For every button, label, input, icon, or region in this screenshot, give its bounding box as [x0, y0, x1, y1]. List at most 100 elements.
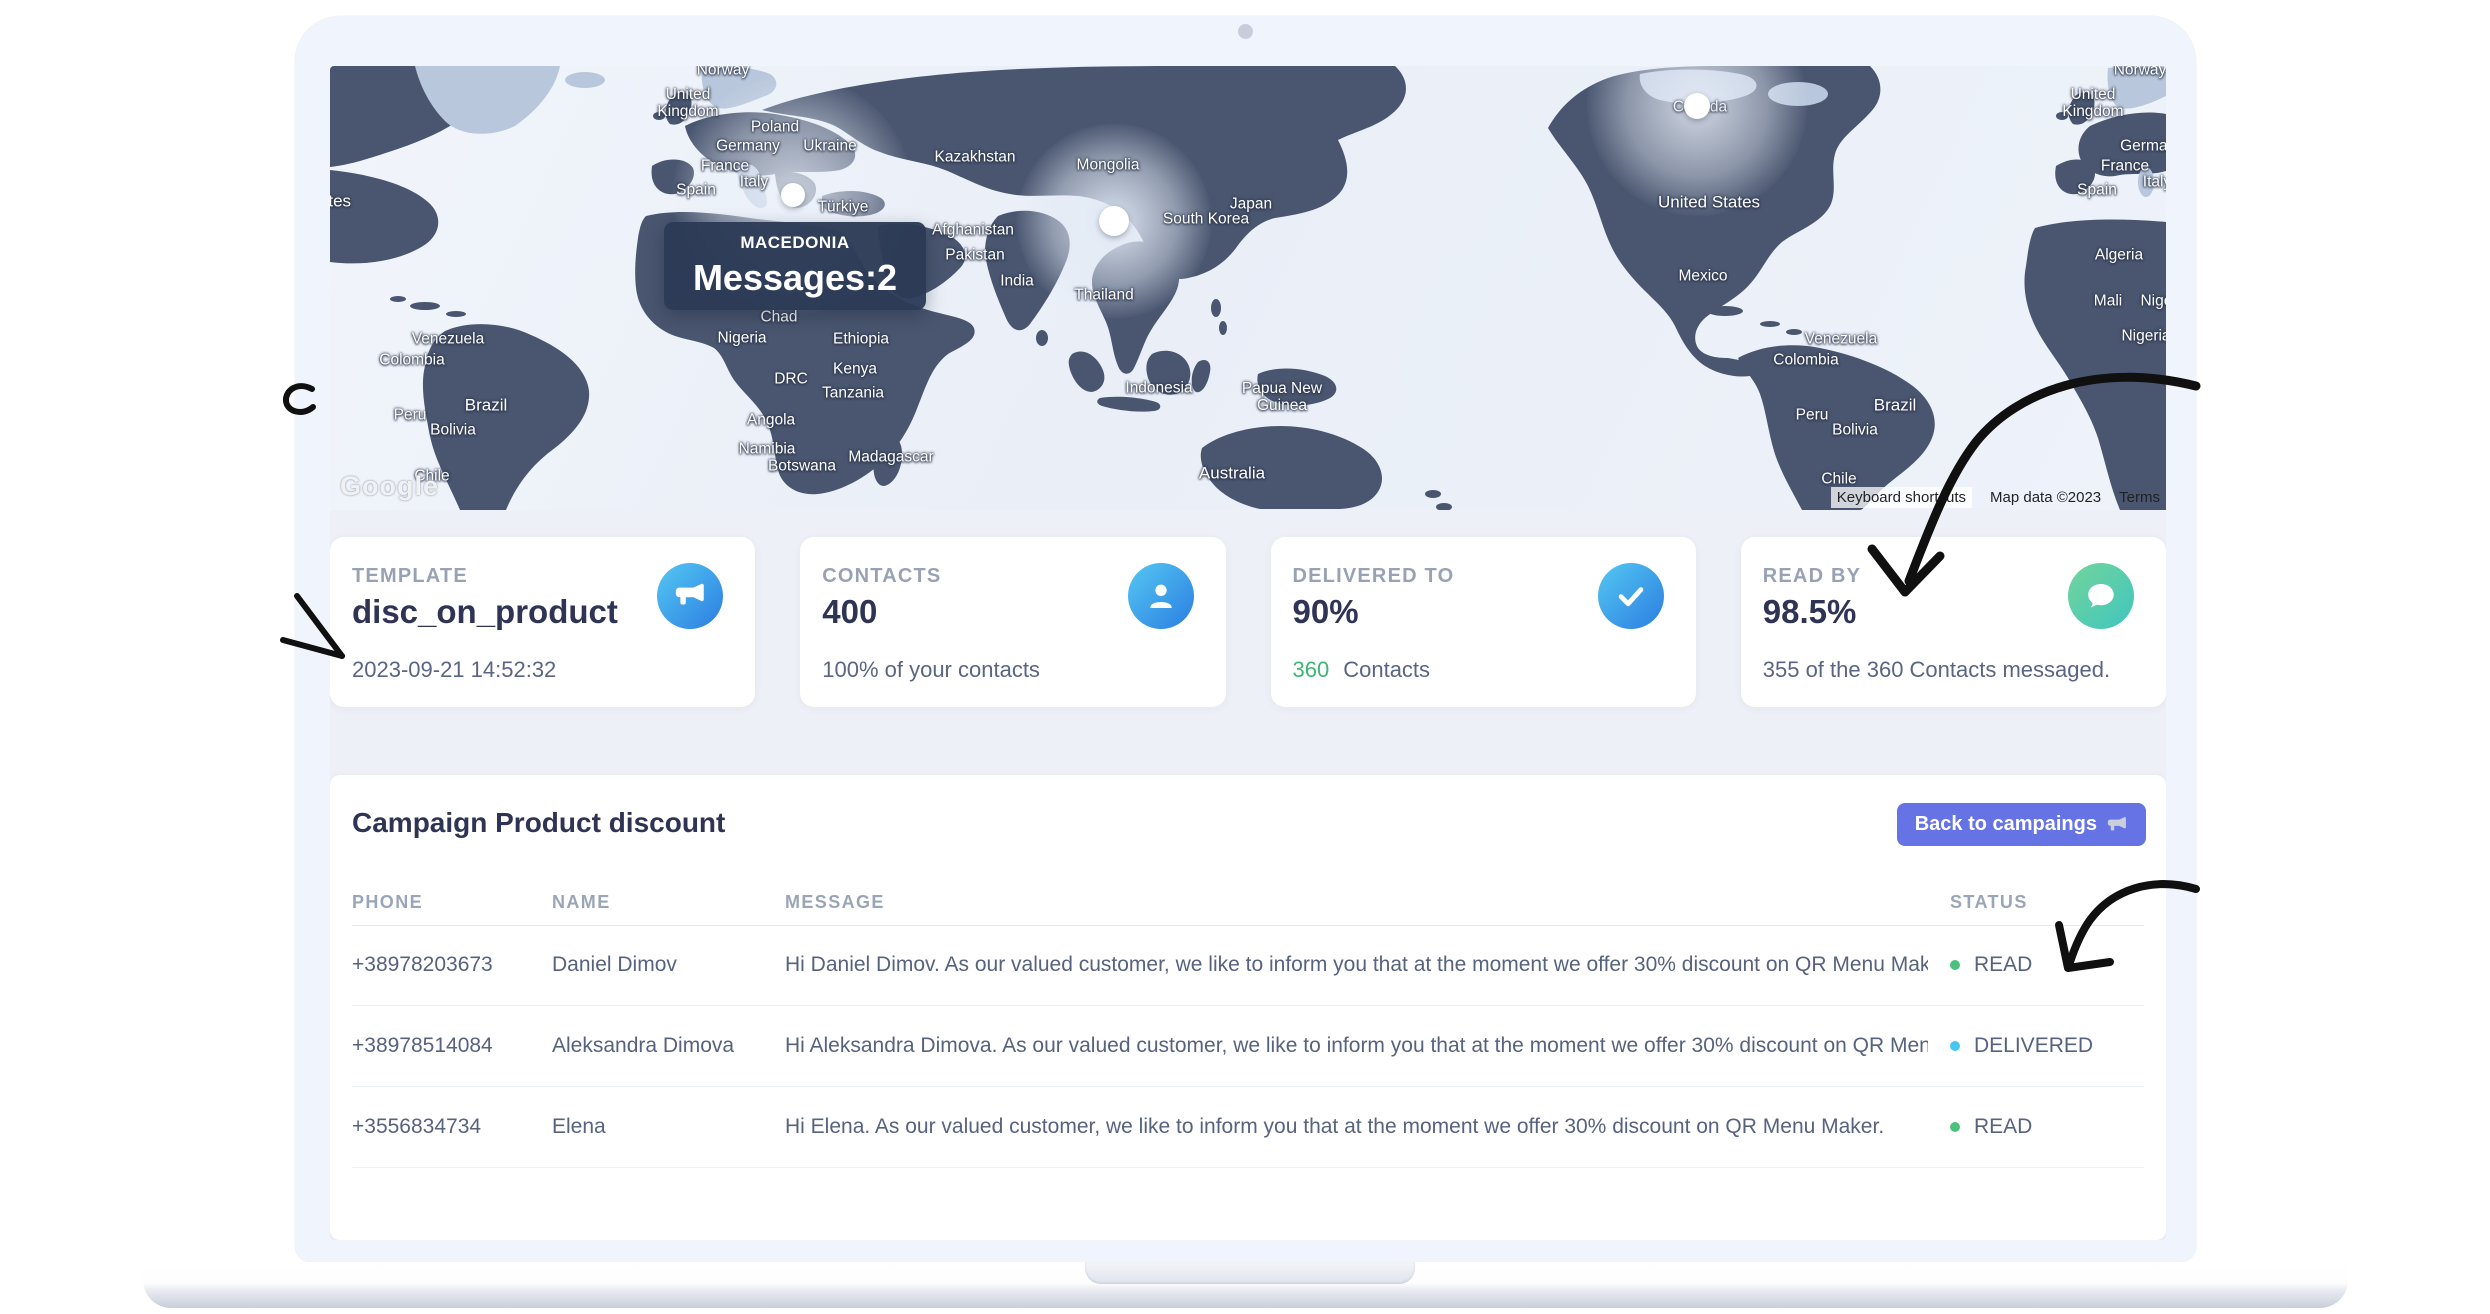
map-country-label: Pakistan [945, 246, 1004, 263]
map-country-label: Kenya [833, 360, 877, 377]
status-dot [1950, 1122, 1960, 1132]
stat-value: 400 [822, 593, 877, 631]
cell-phone: +38978203673 [352, 953, 552, 977]
stat-card-read: READ BY 98.5% 355 of the 360 Contacts me… [1741, 537, 2166, 707]
map-country-label: Brazil [465, 397, 508, 416]
map-country-label: Peru [1796, 406, 1829, 423]
terms-link[interactable]: Terms [2119, 489, 2160, 506]
map-country-label: France [701, 157, 749, 174]
megaphone-icon [657, 563, 723, 629]
delivered-count: 360 [1293, 657, 1330, 682]
map-country-label: Nigeria [717, 329, 766, 346]
stat-label: DELIVERED TO [1293, 565, 1455, 588]
page: NorwayUnited KingdomPolandGermanyUkraine… [0, 0, 2490, 1314]
stat-label: READ BY [1763, 565, 1861, 588]
map-marker[interactable] [781, 183, 805, 207]
map-country-label: Niger [2140, 292, 2166, 309]
map-country-label: United States [330, 193, 351, 212]
map-country-label: Botswana [768, 457, 836, 474]
cell-status: READ [1928, 953, 2144, 977]
column-header-name: NAME [552, 892, 785, 913]
map-country-label: Bolivia [430, 421, 476, 438]
back-to-campaigns-button[interactable]: Back to campaings [1897, 803, 2146, 846]
map-country-label: Chile [1821, 470, 1856, 487]
column-header-status: STATUS [1928, 892, 2144, 913]
map-country-label: Venezuela [1805, 330, 1877, 347]
tooltip-messages: Messages:2 [693, 257, 897, 299]
map-copyright: Map data ©2023 [1990, 489, 2101, 506]
tooltip-country: MACEDONIA [740, 233, 849, 253]
keyboard-shortcuts-link[interactable]: Keyboard shortcuts [1831, 487, 1972, 508]
campaign-card: Campaign Product discount Back to campai… [330, 775, 2166, 1240]
column-header-message: MESSAGE [785, 892, 1928, 913]
map-country-label: Madagascar [848, 448, 933, 465]
map-country-label: Thailand [1074, 286, 1133, 303]
map-country-label: Germany [2120, 137, 2166, 154]
laptop-notch [1085, 1262, 1415, 1284]
map-country-label: France [2101, 157, 2149, 174]
stat-card-delivered: DELIVERED TO 90% 360Contacts [1271, 537, 1696, 707]
cell-status: READ [1928, 1115, 2144, 1139]
stat-card-contacts: CONTACTS 400 100% of your contacts [800, 537, 1225, 707]
status-dot [1950, 960, 1960, 970]
map-tooltip: MACEDONIA Messages:2 [664, 222, 926, 310]
map-country-label: Venezuela [412, 330, 484, 347]
map-country-label: Chad [760, 308, 797, 325]
laptop-frame: NorwayUnited KingdomPolandGermanyUkraine… [295, 16, 2196, 1262]
map-country-label: South Korea [1163, 210, 1249, 227]
table-row: +38978514084 Aleksandra Dimova Hi Aleksa… [352, 1006, 2144, 1087]
map-country-label: Kazakhstan [935, 148, 1016, 165]
map-country-label: Algeria [2095, 246, 2143, 263]
map-country-label: Brazil [1874, 397, 1917, 416]
map-country-label: Tanzania [822, 384, 884, 401]
map-attribution: Keyboard shortcuts Map data ©2023 Terms [1831, 487, 2160, 508]
map-country-label: United States [1658, 194, 1760, 213]
map-marker[interactable] [1099, 206, 1129, 236]
cell-message: Hi Daniel Dimov. As our valued customer,… [785, 953, 1928, 977]
cell-phone: +38978514084 [352, 1034, 552, 1058]
chat-icon [2068, 563, 2134, 629]
cell-message: Hi Aleksandra Dimova. As our valued cust… [785, 1034, 1928, 1058]
map-country-label: Namibia [739, 440, 796, 457]
map-country-label: Poland [751, 118, 799, 135]
table-body: +38978203673 Daniel Dimov Hi Daniel Dimo… [352, 925, 2144, 1168]
column-header-phone: PHONE [352, 892, 552, 913]
map-country-label: Norway [697, 66, 750, 79]
map-country-label: Mali [2094, 292, 2122, 309]
map-country-label: Nigeria [2121, 327, 2166, 344]
stat-subtext: 100% of your contacts [822, 657, 1040, 683]
map-country-label: Germany [716, 137, 780, 154]
user-icon [1128, 563, 1194, 629]
map-continents [330, 66, 2166, 510]
status-label: DELIVERED [1974, 1034, 2093, 1058]
dashboard-screen: NorwayUnited KingdomPolandGermanyUkraine… [330, 66, 2166, 1240]
map-country-label: Afghanistan [932, 221, 1014, 238]
map-marker[interactable] [1684, 93, 1710, 119]
map-country-label: Peru [394, 406, 427, 423]
webcam-dot [1238, 24, 1253, 39]
back-button-label: Back to campaings [1915, 813, 2097, 836]
cell-message: Hi Elena. As our valued customer, we lik… [785, 1115, 1928, 1139]
cell-name: Daniel Dimov [552, 953, 785, 977]
stat-cards-row: TEMPLATE disc_on_product 2023-09-21 14:5… [330, 537, 2166, 707]
map-country-label: Angola [747, 411, 795, 428]
map-country-label: Mongolia [1077, 156, 1140, 173]
map-country-label: Italy [2143, 173, 2166, 190]
cell-status: DELIVERED [1928, 1034, 2144, 1058]
stat-subtext: 360 Contacts [1293, 657, 1431, 683]
google-logo[interactable]: Google [340, 471, 439, 502]
map-country-label: Türkiye [818, 198, 869, 215]
world-map[interactable]: NorwayUnited KingdomPolandGermanyUkraine… [330, 66, 2166, 510]
stat-subtext: 355 of the 360 Contacts messaged. [1763, 657, 2110, 683]
map-country-label: United Kingdom [2057, 86, 2129, 120]
map-country-label: Australia [1199, 465, 1265, 484]
stat-subtext-label: Contacts [1343, 657, 1430, 682]
stat-card-template: TEMPLATE disc_on_product 2023-09-21 14:5… [330, 537, 755, 707]
cell-phone: +3556834734 [352, 1115, 552, 1139]
map-country-label: Ethiopia [833, 330, 889, 347]
map-country-label: DRC [774, 370, 808, 387]
map-country-label: Spain [2077, 181, 2117, 198]
map-country-label: Bolivia [1832, 421, 1878, 438]
map-country-label: United Kingdom [652, 86, 724, 120]
map-country-label: Colombia [1773, 351, 1838, 368]
